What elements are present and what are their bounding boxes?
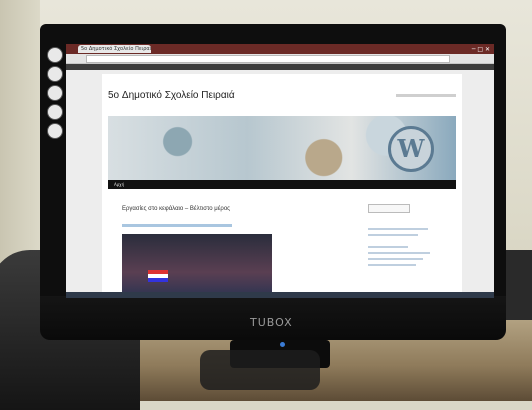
dock-app-icon[interactable] bbox=[47, 66, 63, 82]
dock-app-icon[interactable] bbox=[47, 104, 63, 120]
monitor-brand-label: TUBOX bbox=[250, 316, 293, 329]
monitor-screen: 5o Δημοτικό Σχολείο Πειραιά ─ □ ✕ 5o Δημ… bbox=[66, 44, 494, 298]
dock-app-icon[interactable] bbox=[47, 123, 63, 139]
sidebar-link[interactable] bbox=[368, 264, 416, 266]
power-led bbox=[280, 342, 285, 347]
post-meta-link[interactable] bbox=[122, 224, 232, 227]
site-navigation: Αρχή bbox=[108, 180, 456, 189]
sidebar-link[interactable] bbox=[368, 246, 408, 248]
site-tagline bbox=[396, 94, 456, 97]
site-title[interactable]: 5o Δημοτικό Σχολείο Πειραιά bbox=[108, 90, 235, 101]
post-title[interactable]: Εργασίες στο κεφάλαιο – Βέλτιστο μέρος bbox=[122, 206, 230, 212]
sidebar-link[interactable] bbox=[368, 234, 418, 236]
dock-app-icon[interactable] bbox=[47, 47, 63, 63]
window-controls[interactable]: ─ □ ✕ bbox=[472, 46, 490, 53]
os-taskbar[interactable] bbox=[66, 292, 494, 298]
browser-tab[interactable]: 5o Δημοτικό Σχολείο Πειραιά bbox=[78, 45, 151, 53]
cables bbox=[200, 350, 320, 390]
sidebar-link[interactable] bbox=[368, 228, 428, 230]
browser-toolbar bbox=[66, 54, 494, 64]
header-image: W bbox=[108, 116, 456, 180]
nav-item-home[interactable]: Αρχή bbox=[114, 180, 124, 189]
sidebar-link[interactable] bbox=[368, 258, 423, 260]
video-thumbnail-flag bbox=[148, 270, 168, 282]
dock-app-icon[interactable] bbox=[47, 85, 63, 101]
sidebar-search-input[interactable] bbox=[368, 204, 410, 213]
webpage: 5o Δημοτικό Σχολείο Πειραιά W Αρχή Εργασ… bbox=[102, 74, 462, 298]
admin-bar bbox=[66, 64, 494, 70]
os-dock bbox=[44, 44, 66, 139]
wordpress-logo-icon: W bbox=[388, 126, 434, 172]
embedded-video[interactable] bbox=[122, 234, 272, 298]
sidebar-link[interactable] bbox=[368, 252, 430, 254]
browser-titlebar: 5o Δημοτικό Σχολείο Πειραιά ─ □ ✕ bbox=[66, 44, 494, 54]
address-bar[interactable] bbox=[86, 55, 450, 63]
